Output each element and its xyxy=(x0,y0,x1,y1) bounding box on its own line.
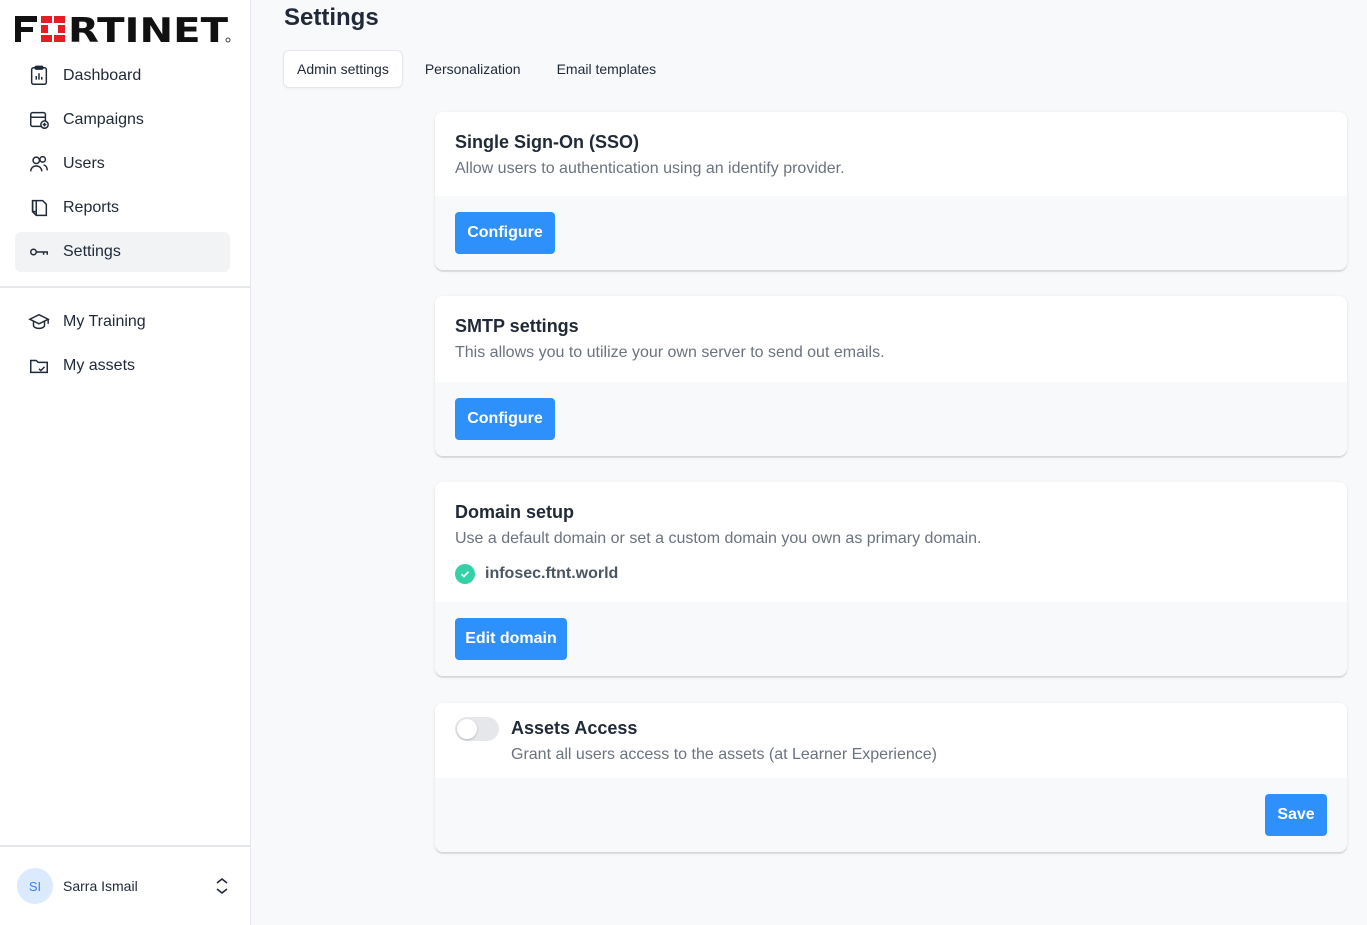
dashboard-icon xyxy=(27,64,51,88)
card-description: Use a default domain or set a custom dom… xyxy=(455,530,982,547)
sidebar-item-label: Reports xyxy=(63,199,120,216)
sidebar-item-settings[interactable]: Settings xyxy=(15,232,230,272)
sidebar-item-my-training[interactable]: My Training xyxy=(15,302,230,342)
card-title: Domain setup xyxy=(455,502,575,522)
sidebar-item-reports[interactable]: Reports xyxy=(15,188,230,228)
save-button[interactable]: Save xyxy=(1265,794,1327,836)
card-description: Grant all users access to the assets (at… xyxy=(511,746,937,763)
sidebar-divider xyxy=(0,845,251,847)
domain-status: infosec.ftnt.world xyxy=(455,564,1327,584)
card-description: Allow users to authentication using an i… xyxy=(455,160,845,177)
sidebar: RTINET Dashboard Campaigns Users Reports… xyxy=(0,0,251,925)
sidebar-item-campaigns[interactable]: Campaigns xyxy=(15,100,230,140)
graduation-cap-icon xyxy=(27,310,51,334)
sidebar-item-label: Settings xyxy=(63,243,121,260)
assets-access-toggle[interactable] xyxy=(455,717,499,741)
sidebar-item-dashboard[interactable]: Dashboard xyxy=(15,56,230,96)
user-name: Sarra Ismail xyxy=(63,878,138,894)
main-nav: Dashboard Campaigns Users Reports Settin… xyxy=(15,56,230,276)
chevron-up-down-icon[interactable] xyxy=(212,876,232,896)
avatar: SI xyxy=(17,868,53,904)
tab-email-templates[interactable]: Email templates xyxy=(543,50,671,88)
tab-personalization[interactable]: Personalization xyxy=(411,50,535,88)
card-title: SMTP settings xyxy=(455,316,579,336)
card-title: Assets Access xyxy=(511,718,638,738)
assets-access-card: Assets Access Grant all users access to … xyxy=(435,703,1347,852)
domain-card: Domain setup Use a default domain or set… xyxy=(435,482,1347,676)
page-title: Settings xyxy=(284,4,379,31)
sidebar-item-users[interactable]: Users xyxy=(15,144,230,184)
sidebar-item-my-assets[interactable]: My assets xyxy=(15,346,230,386)
card-footer: Configure xyxy=(435,382,1347,456)
sidebar-divider xyxy=(0,286,251,288)
svg-text:RTINET: RTINET xyxy=(68,14,229,44)
smtp-card: SMTP settings This allows you to utilize… xyxy=(435,296,1347,456)
card-footer: Edit domain xyxy=(435,602,1347,676)
domain-value: infosec.ftnt.world xyxy=(485,565,619,582)
reports-icon xyxy=(27,196,51,220)
sidebar-item-label: My assets xyxy=(63,357,136,374)
secondary-nav: My Training My assets xyxy=(15,302,230,390)
sidebar-item-label: Campaigns xyxy=(63,111,144,128)
sidebar-item-label: Users xyxy=(63,155,105,172)
card-footer: Save xyxy=(435,778,1347,852)
sso-card: Single Sign-On (SSO) Allow users to auth… xyxy=(435,112,1347,270)
users-icon xyxy=(27,152,51,176)
sso-configure-button[interactable]: Configure xyxy=(455,212,555,254)
folder-check-icon xyxy=(27,354,51,378)
toggle-knob xyxy=(457,719,477,739)
sidebar-item-label: Dashboard xyxy=(63,67,142,84)
tab-admin-settings[interactable]: Admin settings xyxy=(283,50,403,88)
card-footer: Configure xyxy=(435,196,1347,270)
card-description: This allows you to utilize your own serv… xyxy=(455,344,885,361)
fortinet-logo[interactable]: RTINET xyxy=(15,11,231,51)
smtp-configure-button[interactable]: Configure xyxy=(455,398,555,440)
key-icon xyxy=(27,240,51,264)
settings-tabs: Admin settings Personalization Email tem… xyxy=(283,50,678,88)
edit-domain-button[interactable]: Edit domain xyxy=(455,618,567,660)
user-menu[interactable]: SI Sarra Ismail xyxy=(17,867,232,905)
card-title: Single Sign-On (SSO) xyxy=(455,132,639,152)
check-circle-icon xyxy=(455,564,475,584)
sidebar-item-label: My Training xyxy=(63,313,146,330)
campaigns-icon xyxy=(27,108,51,132)
